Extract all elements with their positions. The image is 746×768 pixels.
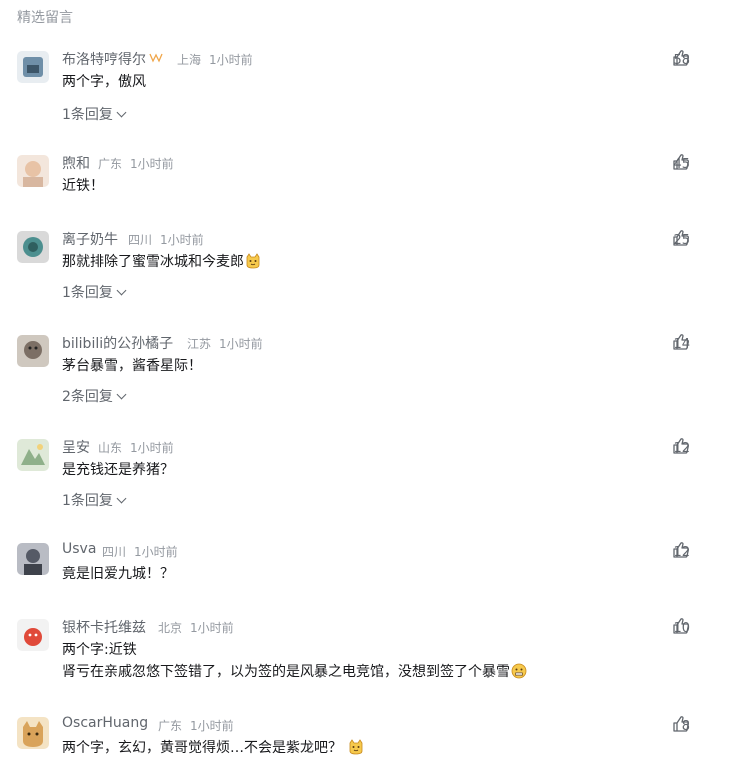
comment-text: 那就排除了蜜雪冰城和今麦郎: [62, 251, 261, 273]
reply-toggle[interactable]: 1条回复: [62, 490, 127, 510]
section-title: 精选留言: [17, 10, 73, 26]
thumbs-up-icon[interactable]: [672, 153, 690, 171]
reply-toggle[interactable]: 2条回复: [62, 386, 127, 406]
reply-toggle[interactable]: 1条回复: [62, 104, 127, 124]
thumbs-up-icon[interactable]: [672, 437, 690, 455]
crown-badge-icon: [149, 53, 163, 63]
chevron-down-icon: [116, 493, 127, 504]
thumbs-up-icon[interactable]: [672, 49, 690, 67]
chevron-down-icon: [116, 389, 127, 400]
comment-meta: 山东 1小时前: [98, 441, 174, 455]
thumbs-up-icon[interactable]: [672, 617, 690, 635]
username[interactable]: 煦和: [62, 153, 90, 173]
avatar-image: [17, 439, 49, 471]
grimace-face-icon: [511, 663, 527, 679]
reply-toggle[interactable]: 1条回复: [62, 282, 127, 302]
comment-text: 茅台暴雪，酱香星际！: [62, 358, 202, 374]
comment-text: 两个字:近铁肾亏在亲戚忽悠下签错了，以为签的是风暴之电竞馆，没想到签了个暴雪: [62, 639, 527, 683]
chevron-down-icon: [116, 285, 127, 296]
comment-line: 肾亏在亲戚忽悠下签错了，以为签的是风暴之电竞馆，没想到签了个暴雪: [62, 661, 527, 683]
avatar-image: [17, 619, 49, 651]
comment-text: 是充钱还是养猪？: [62, 462, 174, 478]
avatar-image: [17, 51, 49, 83]
comment-text: 近铁！: [62, 178, 104, 194]
username[interactable]: 银杯卡托维兹: [62, 617, 146, 637]
avatar[interactable]: [17, 155, 49, 187]
avatar[interactable]: [17, 543, 49, 575]
username[interactable]: bilibili的公孙橘子: [62, 333, 173, 353]
comment-meta: 四川 1小时前: [102, 545, 178, 559]
avatar[interactable]: [17, 619, 49, 651]
avatar-image: [17, 335, 49, 367]
comment-meta: 北京 1小时前: [158, 621, 234, 635]
avatar-image: [17, 231, 49, 263]
username[interactable]: Usva: [62, 541, 96, 557]
avatar[interactable]: [17, 717, 49, 749]
cat-face-icon: [246, 253, 260, 269]
comment-text: 两个字，玄幻，黄哥觉得烦…不会是紫龙吧？: [62, 737, 364, 759]
comment-text: 竟是旧爱九城！？: [62, 566, 174, 582]
username[interactable]: OscarHuang: [62, 715, 148, 731]
avatar[interactable]: [17, 335, 49, 367]
username[interactable]: 离子奶牛: [62, 229, 118, 249]
thumbs-up-icon[interactable]: [672, 541, 690, 559]
comment-meta: 广东 1小时前: [98, 157, 174, 171]
avatar[interactable]: [17, 231, 49, 263]
comment-meta: 广东 1小时前: [158, 719, 234, 733]
thumbs-up-icon[interactable]: [672, 715, 690, 733]
avatar-image: [17, 717, 49, 749]
comment-meta: 上海 1小时前: [177, 53, 253, 67]
chevron-down-icon: [116, 107, 127, 118]
avatar[interactable]: [17, 439, 49, 471]
username[interactable]: 布洛特哼得尔: [62, 49, 163, 69]
thumbs-up-icon[interactable]: [672, 333, 690, 351]
avatar[interactable]: [17, 51, 49, 83]
comment-meta: 江苏 1小时前: [187, 337, 263, 351]
comment-line: 两个字:近铁: [62, 642, 137, 658]
thumbs-up-icon[interactable]: [672, 229, 690, 247]
comment-meta: 四川 1小时前: [128, 233, 204, 247]
cat-face-icon: [349, 739, 363, 755]
username[interactable]: 呈安: [62, 437, 90, 457]
avatar-image: [17, 155, 49, 187]
avatar-image: [17, 543, 49, 575]
comment-text: 两个字，傲风: [62, 74, 146, 90]
